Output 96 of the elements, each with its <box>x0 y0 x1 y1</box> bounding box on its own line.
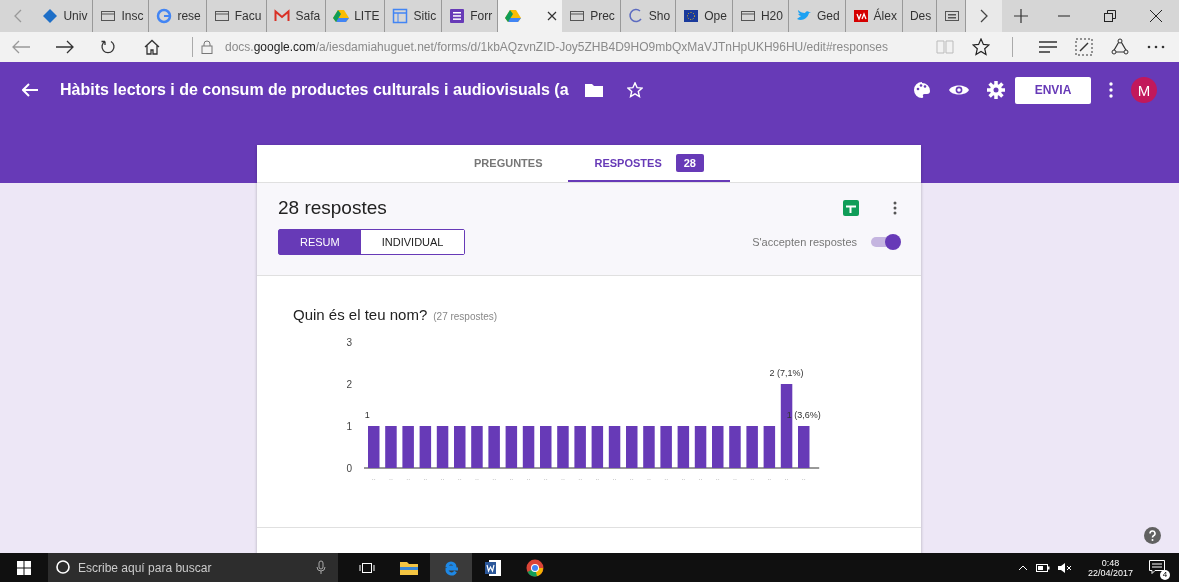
bar <box>540 426 552 468</box>
flag-icon <box>683 8 700 24</box>
more-icon[interactable] <box>1147 45 1165 49</box>
accepting-switch[interactable] <box>869 234 901 250</box>
data-label: 1 <box>364 410 370 420</box>
search-field[interactable]: Escribe aquí para buscar <box>48 553 338 582</box>
view-toggle[interactable]: INDIVIDUAL <box>360 230 465 254</box>
help-icon[interactable] <box>1144 527 1161 544</box>
bar <box>522 426 535 468</box>
notification-count: 4 <box>1160 569 1170 580</box>
restore-icon[interactable] <box>1104 10 1116 22</box>
bar <box>385 426 397 468</box>
bar <box>694 426 707 468</box>
bar <box>574 426 586 468</box>
menu-icon[interactable] <box>1039 41 1057 53</box>
bar <box>454 426 466 468</box>
bar <box>591 426 604 468</box>
responses-heading: 28 respostes <box>278 197 387 219</box>
bar <box>763 426 776 468</box>
windows-icon[interactable] <box>17 560 31 575</box>
sites-icon <box>392 8 409 24</box>
settings-icon[interactable] <box>987 81 1005 99</box>
axis-tick-label: 3 <box>346 337 352 348</box>
avatar[interactable]: M <box>1131 77 1157 103</box>
bar <box>402 426 414 468</box>
send-button[interactable]: ENVIA <box>1015 76 1091 104</box>
response-count: (27 respostes) <box>433 311 498 322</box>
pen-icon[interactable] <box>1075 38 1093 56</box>
star-icon[interactable] <box>972 38 990 56</box>
speaker-muted-icon[interactable] <box>1057 562 1072 573</box>
more-icon[interactable] <box>1109 82 1113 98</box>
folder-icon[interactable] <box>584 83 603 97</box>
loading-icon <box>627 8 644 24</box>
forms-icon <box>449 8 466 24</box>
task-view-icon[interactable] <box>359 561 375 574</box>
cortana-icon[interactable] <box>56 560 70 574</box>
chrome-icon[interactable] <box>526 558 544 577</box>
bar <box>488 426 500 468</box>
drive-icon <box>333 8 350 24</box>
refresh-icon[interactable] <box>100 39 116 55</box>
more-icon[interactable] <box>893 201 897 215</box>
bar <box>660 426 672 468</box>
bar <box>419 426 432 468</box>
google-icon <box>156 8 173 24</box>
spreadsheet-icon[interactable] <box>843 200 859 216</box>
form-title[interactable]: Hàbits lectors i de consum de productes culturals i audiovisuals (a <box>60 81 569 99</box>
page-icon <box>213 8 230 24</box>
accepting-label: S'accepten respostes <box>752 236 857 248</box>
chevron-up-icon[interactable] <box>1017 564 1028 571</box>
eye-icon[interactable] <box>949 83 969 97</box>
mail-icon <box>274 8 291 24</box>
form-tab[interactable]: PREGUNTES <box>448 145 569 182</box>
diamond-icon <box>42 8 59 24</box>
home-icon[interactable] <box>144 39 160 55</box>
data-label: 1 (3,6%) <box>786 410 821 420</box>
page-icon <box>100 8 117 24</box>
document-app-icon[interactable] <box>484 558 502 577</box>
share-icon[interactable] <box>1111 38 1129 56</box>
bar <box>626 426 638 468</box>
forward-icon[interactable] <box>56 40 74 54</box>
bar <box>798 426 810 468</box>
bar <box>471 426 483 468</box>
page-icon <box>739 8 756 24</box>
notifications-icon[interactable] <box>1149 559 1165 574</box>
count-badge: 28 <box>675 153 704 172</box>
bar <box>712 426 724 468</box>
chevron-right-icon[interactable] <box>979 9 988 23</box>
bar <box>368 426 380 468</box>
bar <box>608 426 621 468</box>
drive-icon <box>505 8 522 24</box>
close-icon[interactable] <box>1150 10 1162 22</box>
bar <box>729 426 741 468</box>
microphone-icon[interactable] <box>316 560 326 574</box>
question-title: Quin és el teu nom? <box>293 306 428 323</box>
keyboard-icon <box>944 8 961 24</box>
folder-icon[interactable] <box>400 560 418 575</box>
axis-tick-label: 0 <box>346 463 352 474</box>
bar <box>643 426 655 468</box>
bar <box>746 426 758 468</box>
data-label: 2 (7,1%) <box>769 368 804 378</box>
bar <box>436 426 449 468</box>
lock-icon <box>201 40 213 54</box>
new-tab-icon[interactable] <box>1014 9 1029 23</box>
axis-tick-label: 2 <box>346 379 352 390</box>
page-icon <box>569 8 586 24</box>
bar <box>557 426 569 468</box>
palette-icon[interactable] <box>913 81 931 99</box>
logo-icon <box>852 8 869 24</box>
view-toggle[interactable]: RESUM <box>279 230 361 254</box>
close-icon[interactable] <box>547 11 558 21</box>
bar <box>505 426 518 468</box>
clock-time[interactable]: 0:48 <box>1101 557 1120 568</box>
axis-tick-label: 1 <box>346 421 352 432</box>
clock-date[interactable]: 22/04/2017 <box>1087 567 1133 578</box>
bar <box>677 426 690 468</box>
battery-icon[interactable] <box>1035 563 1050 572</box>
